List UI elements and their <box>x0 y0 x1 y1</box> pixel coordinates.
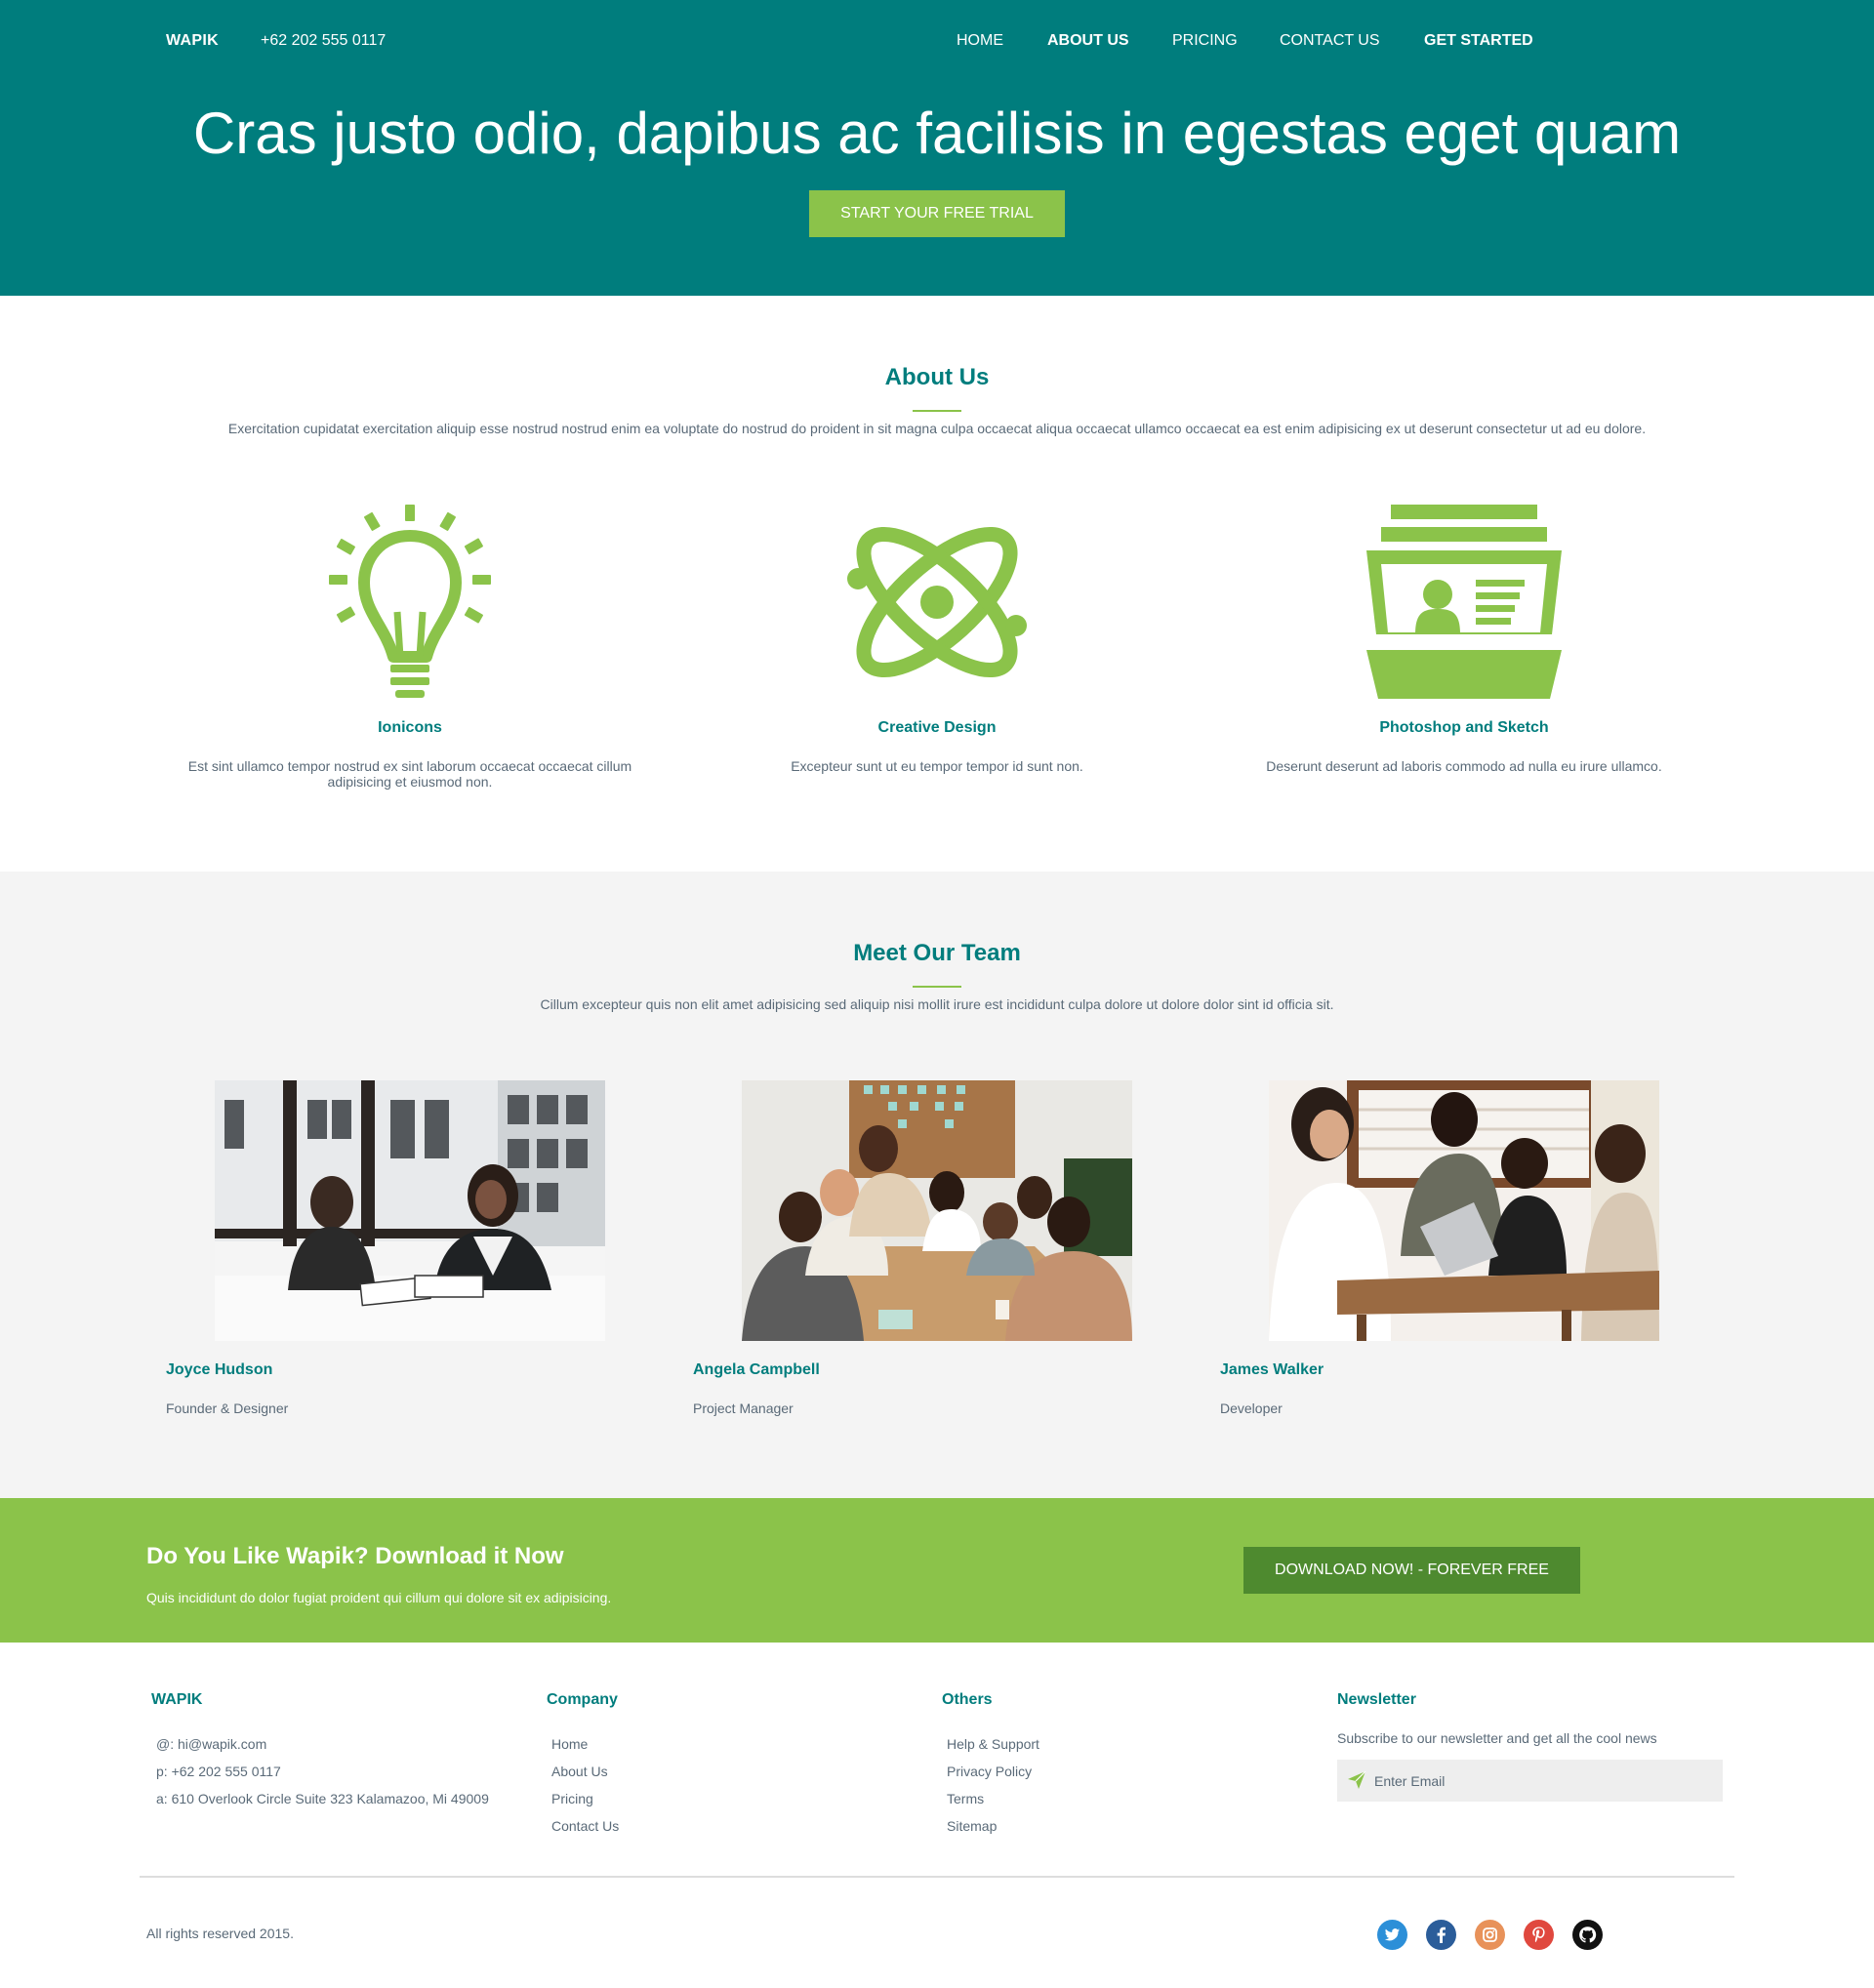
lightbulb-icon <box>327 503 493 703</box>
about-description: Exercitation cupidatat exercitation aliq… <box>227 421 1647 436</box>
footer-link-terms[interactable]: Terms <box>947 1791 984 1806</box>
footer-divider <box>140 1876 1734 1878</box>
team-photo-angela-campbell <box>742 1080 1132 1341</box>
footer-link-pricing[interactable]: Pricing <box>551 1791 593 1806</box>
footer-newsletter-title: Newsletter <box>1337 1691 1416 1708</box>
feature-title-creative-design: Creative Design <box>877 719 997 736</box>
newsletter-form <box>1337 1760 1723 1802</box>
member-name-joyce-hudson: Joyce Hudson <box>166 1361 273 1378</box>
footer-address: a: 610 Overlook Circle Suite 323 Kalamaz… <box>156 1791 489 1806</box>
cta-description: Quis incididunt do dolor fugiat proident… <box>146 1590 612 1605</box>
about-title-divider <box>913 410 961 412</box>
member-name-angela-campbell: Angela Campbell <box>693 1361 820 1378</box>
feature-title-ionicons: Ionicons <box>378 719 442 736</box>
feature-desc-creative-design: Excepteur sunt ut eu tempor tempor id su… <box>791 758 1083 774</box>
feature-desc-photoshop-sketch: Deserunt deserunt ad laboris commodo ad … <box>1266 758 1662 774</box>
send-icon[interactable] <box>1347 1770 1366 1795</box>
footer-link-privacy-policy[interactable]: Privacy Policy <box>947 1764 1032 1779</box>
facebook-icon[interactable] <box>1426 1920 1456 1950</box>
member-name-james-walker: James Walker <box>1220 1361 1324 1378</box>
pinterest-icon[interactable] <box>1524 1920 1554 1950</box>
feature-desc-ionicons: Est sint ullamco tempor nostrud ex sint … <box>187 758 632 790</box>
footer-brand-title: WAPIK <box>151 1691 203 1708</box>
newsletter-email-input[interactable] <box>1374 1760 1706 1802</box>
nav-contact-us[interactable]: CONTACT US <box>1280 32 1380 50</box>
footer-company-title: Company <box>547 1691 618 1708</box>
team-photo-joyce-hudson <box>215 1080 605 1341</box>
team-description: Cillum excepteur quis non elit amet adip… <box>540 996 1334 1012</box>
download-now-button[interactable]: DOWNLOAD NOW! - FOREVER FREE <box>1243 1547 1580 1594</box>
footer-link-help-support[interactable]: Help & Support <box>947 1736 1039 1752</box>
member-role-james-walker: Developer <box>1220 1400 1283 1416</box>
footer-link-about-us[interactable]: About Us <box>551 1764 608 1779</box>
feature-title-photoshop-sketch: Photoshop and Sketch <box>1379 719 1549 736</box>
twitter-icon[interactable] <box>1377 1920 1407 1950</box>
hero-title: Cras justo odio, dapibus ac facilisis in… <box>192 101 1682 166</box>
footer-link-sitemap[interactable]: Sitemap <box>947 1818 997 1834</box>
id-card-icon <box>1366 504 1562 701</box>
footer-others-title: Others <box>942 1691 993 1708</box>
atom-icon <box>844 503 1030 703</box>
nav-pricing[interactable]: PRICING <box>1172 32 1238 50</box>
about-title: About Us <box>884 364 990 390</box>
nav-home[interactable]: HOME <box>957 32 1003 50</box>
cta-title: Do You Like Wapik? Download it Now <box>146 1543 564 1569</box>
nav-get-started[interactable]: GET STARTED <box>1424 32 1533 50</box>
footer-link-contact-us[interactable]: Contact Us <box>551 1818 619 1834</box>
team-photo-james-walker <box>1269 1080 1659 1341</box>
team-title-divider <box>913 986 961 988</box>
team-title: Meet Our Team <box>853 940 1021 966</box>
github-icon[interactable] <box>1572 1920 1603 1950</box>
start-free-trial-button[interactable]: START YOUR FREE TRIAL <box>809 190 1065 237</box>
member-role-angela-campbell: Project Manager <box>693 1400 794 1416</box>
header-phone: +62 202 555 0117 <box>261 32 387 49</box>
footer-email: @: hi@wapik.com <box>156 1736 267 1752</box>
footer-phone: p: +62 202 555 0117 <box>156 1764 281 1779</box>
member-role-joyce-hudson: Founder & Designer <box>166 1400 289 1416</box>
cta-section <box>0 1498 1874 1643</box>
nav-about-us[interactable]: ABOUT US <box>1047 32 1129 50</box>
brand-logo[interactable]: WAPIK <box>166 32 219 50</box>
copyright-text: All rights reserved 2015. <box>146 1926 294 1941</box>
instagram-icon[interactable] <box>1475 1920 1505 1950</box>
newsletter-description: Subscribe to our newsletter and get all … <box>1337 1730 1657 1746</box>
footer-link-home[interactable]: Home <box>551 1736 588 1752</box>
